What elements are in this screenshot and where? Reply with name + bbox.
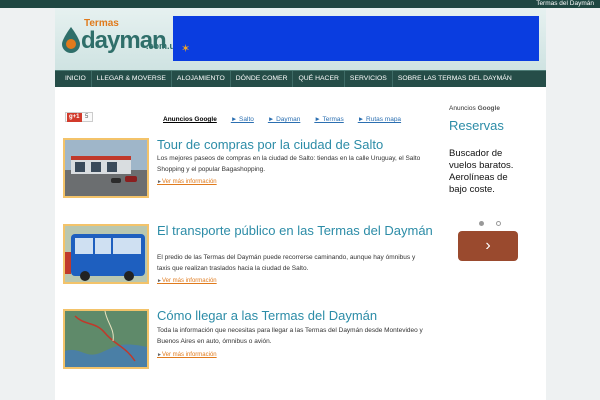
article-thumbnail-shopping[interactable]	[63, 138, 149, 198]
article-summary: Toda la información que necesitas para l…	[157, 327, 423, 345]
sidebar: Anuncios Google Reservas Buscador de vue…	[449, 105, 539, 261]
read-more-label: Ver más información	[161, 278, 217, 284]
ads-label: Anuncios	[449, 105, 476, 112]
ad-links-label[interactable]: Anuncios Google	[163, 116, 217, 123]
site-logo[interactable]: Termas dayman .com.uy	[61, 17, 181, 59]
next-button[interactable]: ›	[458, 231, 518, 261]
article-title[interactable]: Tour de compras por la ciudad de Salto	[157, 138, 437, 152]
reservas-title[interactable]: Reservas	[449, 118, 504, 133]
carousel-dot[interactable]	[496, 221, 502, 226]
nav-item-inicio[interactable]: INICIO	[60, 71, 92, 87]
read-more-label: Ver más información	[161, 179, 217, 185]
google-ads-label[interactable]: Anuncios Google	[449, 105, 539, 112]
carousel-dots	[479, 213, 509, 231]
article-item: El transporte público en las Termas del …	[63, 224, 438, 288]
article-item: Cómo llegar a las Termas del Daymán Toda…	[63, 309, 438, 373]
article-summary: Los mejores paseos de compras en la ciud…	[157, 155, 421, 173]
read-more-link[interactable]: ►Ver más información	[157, 278, 217, 284]
nav-item-alojamiento[interactable]: ALOJAMIENTO	[172, 71, 231, 87]
article-summary: El predio de las Termas del Daymán puede…	[157, 254, 416, 272]
nav-item-sobre[interactable]: SOBRE LAS TERMAS DEL DAYMÁN	[393, 71, 517, 87]
main-nav: INICIO LLEGAR & MOVERSE ALOJAMIENTO DÓND…	[55, 70, 546, 87]
ad-link-rutas-mapa[interactable]: ► Rutas mapa	[358, 116, 401, 123]
article-title[interactable]: Cómo llegar a las Termas del Daymán	[157, 309, 437, 323]
ad-link-salto[interactable]: ► Salto	[231, 116, 254, 123]
article-thumbnail-bus[interactable]	[63, 224, 149, 284]
article-title[interactable]: El transporte público en las Termas del …	[157, 224, 437, 238]
reservas-text[interactable]: Buscador de vuelos baratos. Aerolíneas d…	[449, 148, 527, 196]
bus-image	[65, 226, 147, 282]
ad-links-bar: Anuncios Google ► Salto ► Dayman ► Terma…	[163, 116, 401, 123]
gplus-count: 5	[85, 114, 89, 120]
google-plus-button[interactable]: g+1 5	[65, 112, 93, 122]
ad-link-termas[interactable]: ► Termas	[314, 116, 343, 123]
top-bar: Termas del Daymán	[0, 0, 600, 8]
chevron-right-icon: ›	[485, 237, 491, 254]
nav-item-llegar[interactable]: LLEGAR & MOVERSE	[92, 71, 172, 87]
carousel-dot-active[interactable]	[479, 221, 484, 226]
site-name-link[interactable]: Termas del Daymán	[536, 0, 594, 8]
ads-brand: Google	[477, 105, 500, 112]
nav-item-servicios[interactable]: SERVICIOS	[345, 71, 393, 87]
ad-link-dayman[interactable]: ► Dayman	[268, 116, 300, 123]
ad-banner[interactable]: ✶	[173, 16, 539, 61]
header: Termas dayman .com.uy ✶	[55, 8, 546, 70]
read-more-label: Ver más información	[161, 352, 217, 358]
shopping-mall-image	[65, 140, 147, 196]
nav-item-donde-comer[interactable]: DÓNDE COMER	[231, 71, 294, 87]
star-icon: ✶	[181, 43, 191, 55]
article-thumbnail-map[interactable]	[63, 309, 149, 369]
gplus-label: g+1	[67, 113, 82, 122]
article-item: Tour de compras por la ciudad de Salto L…	[63, 138, 438, 202]
water-drop-icon	[62, 27, 80, 53]
read-more-link[interactable]: ►Ver más información	[157, 352, 217, 358]
map-image	[65, 311, 147, 367]
nav-item-que-hacer[interactable]: QUÉ HACER	[293, 71, 345, 87]
read-more-link[interactable]: ►Ver más información	[157, 179, 217, 185]
